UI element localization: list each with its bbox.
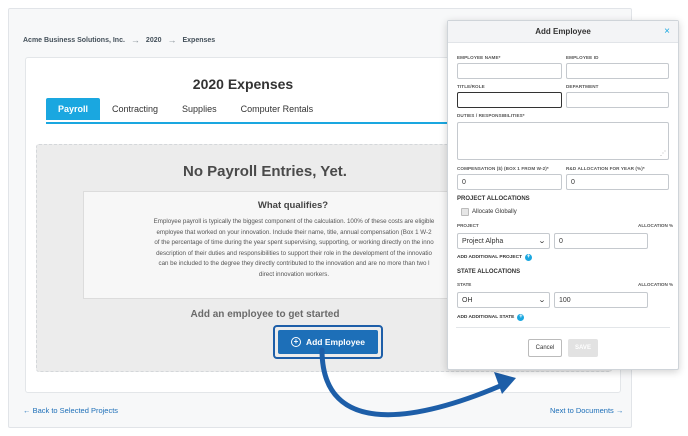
- project-select[interactable]: Project Alpha ⌄: [457, 233, 550, 249]
- rd-allocation-label: R&D ALLOCATION FOR YEAR (%)*: [566, 166, 645, 171]
- qualifies-line: of the percentage of time during the yea…: [154, 239, 434, 246]
- add-additional-state-link[interactable]: ADD ADDITIONAL STATE +: [457, 314, 525, 321]
- save-button[interactable]: SAVE: [568, 339, 598, 357]
- state-allocation-input[interactable]: [554, 292, 648, 308]
- modal-divider: [456, 327, 670, 328]
- plus-icon: +: [517, 314, 525, 321]
- add-employee-button[interactable]: + Add Employee: [278, 330, 378, 354]
- back-to-projects-link[interactable]: ← Back to Selected Projects: [23, 406, 118, 415]
- rd-allocation-input[interactable]: [566, 174, 669, 190]
- breadcrumb-company[interactable]: Acme Business Solutions, Inc.: [23, 37, 125, 44]
- breadcrumb-arrow-icon: →: [167, 35, 177, 45]
- tab-payroll[interactable]: Payroll: [46, 98, 101, 120]
- add-employee-label: Add Employee: [305, 337, 366, 347]
- plus-circle-icon: +: [290, 337, 301, 347]
- qualifies-text: Employee payroll is typically the bigges…: [96, 217, 492, 280]
- qualifies-line: description of their duties and responsi…: [156, 249, 432, 257]
- duties-textarea[interactable]: ⋰: [457, 122, 669, 160]
- department-label: DEPARTMENT: [566, 84, 599, 89]
- project-column-label: PROJECT: [457, 223, 479, 228]
- add-employee-modal: Add Employee × EMPLOYEE NAME* EMPLOYEE I…: [447, 20, 679, 370]
- project-allocation-input[interactable]: [554, 233, 648, 249]
- breadcrumb-arrow-icon: →: [130, 35, 140, 45]
- employee-name-input[interactable]: [457, 63, 562, 79]
- allocate-globally-label: Allocate Globally: [472, 209, 517, 215]
- state-allocation-column-label: ALLOCATION %: [638, 282, 674, 287]
- resize-handle-icon[interactable]: ⋰: [660, 151, 666, 157]
- chevron-down-icon: ⌄: [537, 297, 547, 304]
- breadcrumb-year[interactable]: 2020: [146, 37, 162, 44]
- employee-name-label: EMPLOYEE NAME*: [457, 55, 501, 60]
- tab-contracting[interactable]: Contracting: [100, 98, 170, 120]
- qualifies-box: What qualifies? Employee payroll is typi…: [83, 191, 503, 299]
- employee-id-label: EMPLOYEE ID: [566, 55, 599, 60]
- project-allocation-column-label: ALLOCATION %: [638, 223, 674, 228]
- state-select[interactable]: OH ⌄: [457, 292, 550, 308]
- department-input[interactable]: [566, 92, 669, 108]
- modal-title: Add Employee: [535, 27, 591, 36]
- breadcrumb: Acme Business Solutions, Inc. → 2020 → E…: [23, 35, 215, 45]
- state-column-label: STATE: [457, 282, 472, 287]
- title-role-input[interactable]: [457, 92, 562, 108]
- cancel-button[interactable]: Cancel: [528, 339, 562, 357]
- qualifies-line: direct innovation workers.: [258, 270, 330, 278]
- add-additional-project-link[interactable]: ADD ADDITIONAL PROJECT +: [457, 254, 533, 261]
- tab-computer-rentals[interactable]: Computer Rentals: [229, 98, 326, 120]
- employee-id-input[interactable]: [566, 63, 669, 79]
- title-role-label: TITLE/ROLE: [457, 84, 485, 89]
- project-allocations-heading: PROJECT ALLOCATIONS: [457, 196, 530, 202]
- breadcrumb-section: Expenses: [182, 36, 216, 44]
- next-to-documents-link[interactable]: Next to Documents →: [550, 406, 623, 415]
- qualifies-title: What qualifies?: [257, 200, 329, 211]
- expense-tabs: Payroll Contracting Supplies Computer Re…: [46, 98, 325, 120]
- project-select-value: Project Alpha: [462, 237, 504, 245]
- qualifies-line: employee that worked on your innovation.…: [156, 228, 432, 236]
- qualifies-line: Employee payroll is typically the bigges…: [153, 218, 435, 225]
- chevron-down-icon: ⌄: [537, 238, 547, 245]
- duties-label: DUTIES / RESPONSIBILITIES*: [457, 113, 525, 118]
- tab-supplies[interactable]: Supplies: [170, 98, 229, 120]
- close-icon[interactable]: ×: [664, 26, 670, 37]
- page-title: 2020 Expenses: [192, 76, 294, 92]
- add-additional-state-label: ADD ADDITIONAL STATE: [457, 315, 515, 320]
- plus-icon: +: [525, 254, 533, 261]
- state-select-value: OH: [462, 296, 473, 304]
- allocate-globally-checkbox[interactable]: [461, 208, 469, 216]
- compensation-input[interactable]: [457, 174, 562, 190]
- add-employee-highlight: + Add Employee: [273, 325, 383, 359]
- state-allocations-heading: STATE ALLOCATIONS: [457, 269, 521, 275]
- modal-header: Add Employee ×: [448, 21, 678, 43]
- add-additional-project-label: ADD ADDITIONAL PROJECT: [457, 255, 523, 260]
- qualifies-line: can be included to the degree they direc…: [158, 260, 430, 267]
- compensation-label: COMPENSATION ($) (BOX 1 FROM W-2)*: [457, 166, 549, 171]
